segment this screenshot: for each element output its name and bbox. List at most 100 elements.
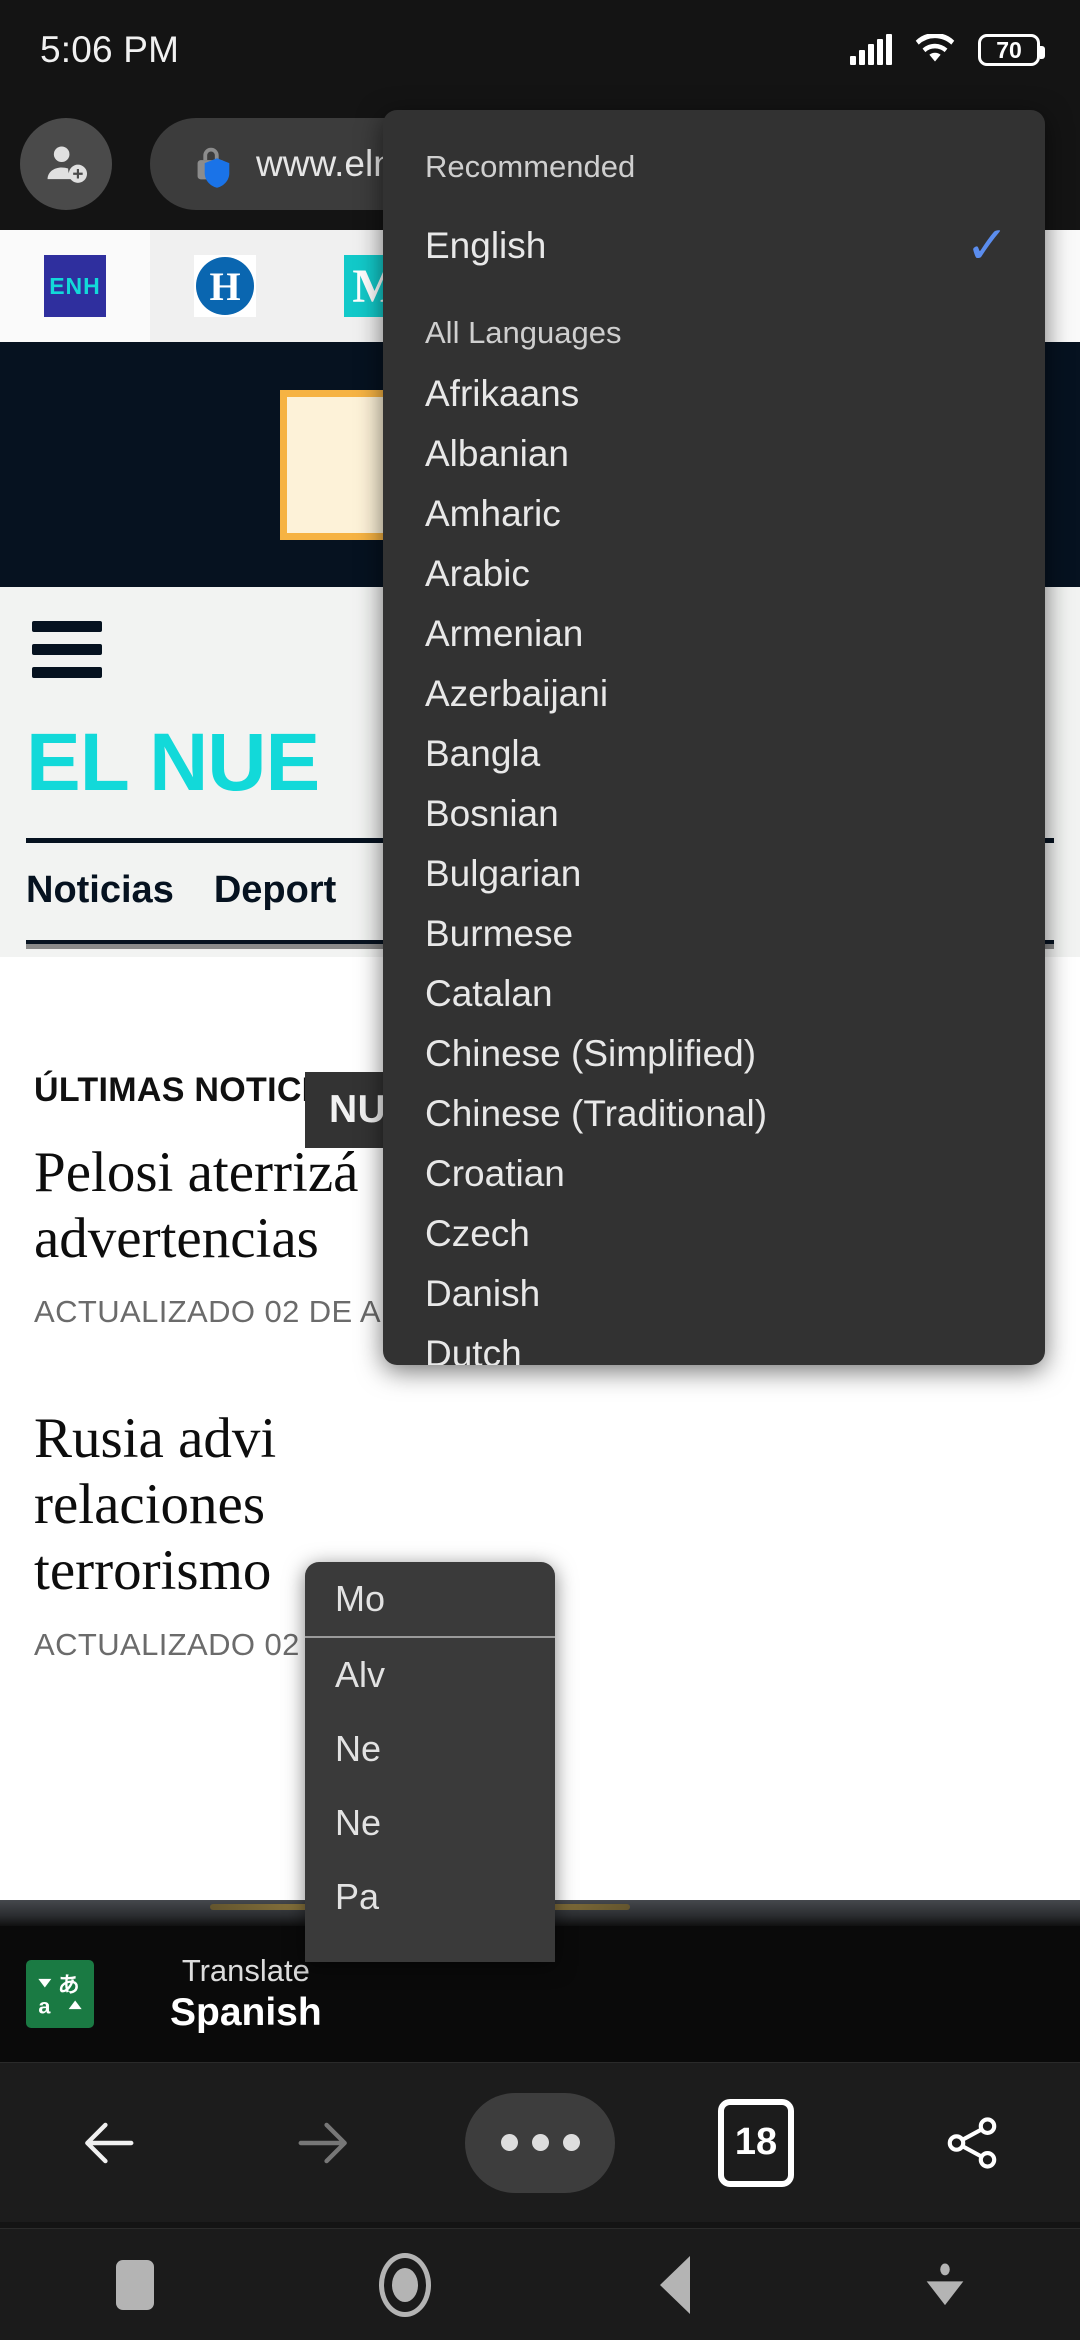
language-option-chinese-traditional[interactable]: Chinese (Traditional) (383, 1084, 1045, 1144)
language-label: Dutch (425, 1333, 522, 1365)
page-context-menu[interactable]: Mo Alv Ne Ne Pa (305, 1562, 555, 1962)
site-security-indicator[interactable] (188, 141, 234, 188)
language-option-albanian[interactable]: Albanian (383, 424, 1045, 484)
language-option-amharic[interactable]: Amharic (383, 484, 1045, 544)
more-options-pill[interactable] (465, 2092, 615, 2193)
language-option-bangla[interactable]: Bangla (383, 724, 1045, 784)
language-option-dutch[interactable]: Dutch (383, 1324, 1045, 1365)
language-option-danish[interactable]: Danish (383, 1264, 1045, 1324)
status-bar: 5:06 PM 70 (0, 0, 1080, 100)
hide-keyboard-icon (926, 2263, 964, 2305)
language-label: Bulgarian (425, 853, 582, 894)
more-options-button[interactable] (465, 2068, 615, 2218)
share-icon (947, 2116, 997, 2169)
context-menu-item[interactable]: Ne (305, 1712, 555, 1786)
language-option-burmese[interactable]: Burmese (383, 904, 1045, 964)
home-icon (379, 2252, 431, 2317)
language-option-czech[interactable]: Czech (383, 1204, 1045, 1264)
section-header-recommended: Recommended (383, 136, 1045, 198)
tab-item-enh[interactable]: ENH (0, 230, 150, 342)
context-menu-item[interactable]: Alv (305, 1638, 555, 1712)
dot-2 (531, 2134, 549, 2151)
favicon-enh: ENH (44, 255, 106, 317)
back-icon (660, 2255, 690, 2314)
language-label: Albanian (425, 433, 570, 474)
language-label: Chinese (Traditional) (425, 1093, 768, 1134)
language-label: Armenian (425, 613, 584, 654)
battery-icon: 70 (978, 34, 1045, 66)
language-option-afrikaans[interactable]: Afrikaans (383, 364, 1045, 424)
nav-item-deportes[interactable]: Deport (214, 869, 336, 912)
recents-button[interactable] (60, 2229, 210, 2340)
language-option-bosnian[interactable]: Bosnian (383, 784, 1045, 844)
translate-language[interactable]: Spanish (170, 1991, 322, 2035)
svg-text:あ: あ (58, 1972, 80, 1997)
context-menu-item[interactable]: Mo (305, 1562, 555, 1636)
status-bar-icons: 70 (850, 34, 1045, 66)
arrow-left-icon (85, 2122, 134, 2163)
add-account-button[interactable] (20, 118, 112, 210)
news-headline-line: Rusia advi (34, 1407, 277, 1471)
dot-3 (562, 2134, 580, 2151)
language-label: Amharic (425, 493, 561, 534)
section-label: Recommended (425, 149, 636, 184)
favicon-herald-letter: H (196, 257, 254, 315)
language-option-bulgarian[interactable]: Bulgarian (383, 844, 1045, 904)
language-label: Danish (425, 1273, 541, 1314)
language-option-arabic[interactable]: Arabic (383, 544, 1045, 604)
back-nav-button[interactable] (600, 2229, 750, 2340)
language-option-catalan[interactable]: Catalan (383, 964, 1045, 1024)
google-translate-icon: あ a (26, 1960, 94, 2028)
tab-count-badge: 18 (718, 2098, 794, 2187)
phone-screen: 5:06 PM 70 www.eln ENH H M EL NUE Notici… (0, 0, 1080, 2340)
context-menu-item[interactable]: Ne (305, 1786, 555, 1860)
news-timestamp: ACTUALIZADO 02 (34, 1626, 300, 1662)
tab-item-herald[interactable]: H (150, 230, 300, 342)
language-label: Azerbaijani (425, 673, 609, 714)
language-option-english[interactable]: English ✓ (383, 216, 1045, 276)
language-label: Bangla (425, 733, 541, 774)
favicon-herald: H (194, 255, 256, 317)
language-label: English (425, 225, 547, 266)
share-button[interactable] (897, 2068, 1047, 2218)
section-label: All Languages (425, 315, 622, 350)
context-menu-item[interactable]: Pa (305, 1860, 555, 1934)
recents-icon (116, 2259, 154, 2310)
translate-glyph: あ a (38, 1972, 82, 2019)
language-selection-menu[interactable]: Recommended English ✓ All Languages Afri… (383, 110, 1045, 1365)
arrow-right-icon (298, 2122, 347, 2163)
news-headline-line: relaciones (34, 1473, 266, 1537)
section-header-all-languages: All Languages (383, 302, 1045, 364)
hamburger-menu-icon[interactable] (32, 621, 102, 678)
back-button[interactable] (33, 2068, 183, 2218)
battery-percent: 70 (996, 36, 1022, 63)
add-account-icon (47, 146, 88, 183)
language-label: Afrikaans (425, 373, 580, 414)
language-label: Czech (425, 1213, 530, 1254)
browser-bottom-toolbar: 18 (0, 2062, 1080, 2222)
forward-button[interactable] (249, 2068, 399, 2218)
cellular-signal-icon (850, 34, 892, 65)
language-label: Burmese (425, 913, 574, 954)
language-label: Chinese (Simplified) (425, 1033, 757, 1074)
panel-top-spacer (383, 110, 1045, 136)
status-bar-clock: 5:06 PM (40, 29, 180, 70)
language-option-armenian[interactable]: Armenian (383, 604, 1045, 664)
language-option-chinese-simplified[interactable]: Chinese (Simplified) (383, 1024, 1045, 1084)
checkmark-icon: ✓ (965, 217, 1009, 275)
translate-labels: Translate Spanish (170, 1953, 322, 2035)
language-option-croatian[interactable]: Croatian (383, 1144, 1045, 1204)
svg-text:a: a (38, 1994, 51, 2019)
language-label: Arabic (425, 553, 530, 594)
nav-item-noticias[interactable]: Noticias (26, 869, 174, 912)
address-bar-url[interactable]: www.eln (256, 143, 394, 185)
dot-1 (500, 2134, 518, 2151)
home-button[interactable] (330, 2229, 480, 2340)
tab-switcher-button[interactable]: 18 (681, 2068, 831, 2218)
language-option-azerbaijani[interactable]: Azerbaijani (383, 664, 1045, 724)
shield-icon (204, 158, 230, 188)
hide-keyboard-button[interactable] (870, 2229, 1020, 2340)
language-label: Bosnian (425, 793, 559, 834)
